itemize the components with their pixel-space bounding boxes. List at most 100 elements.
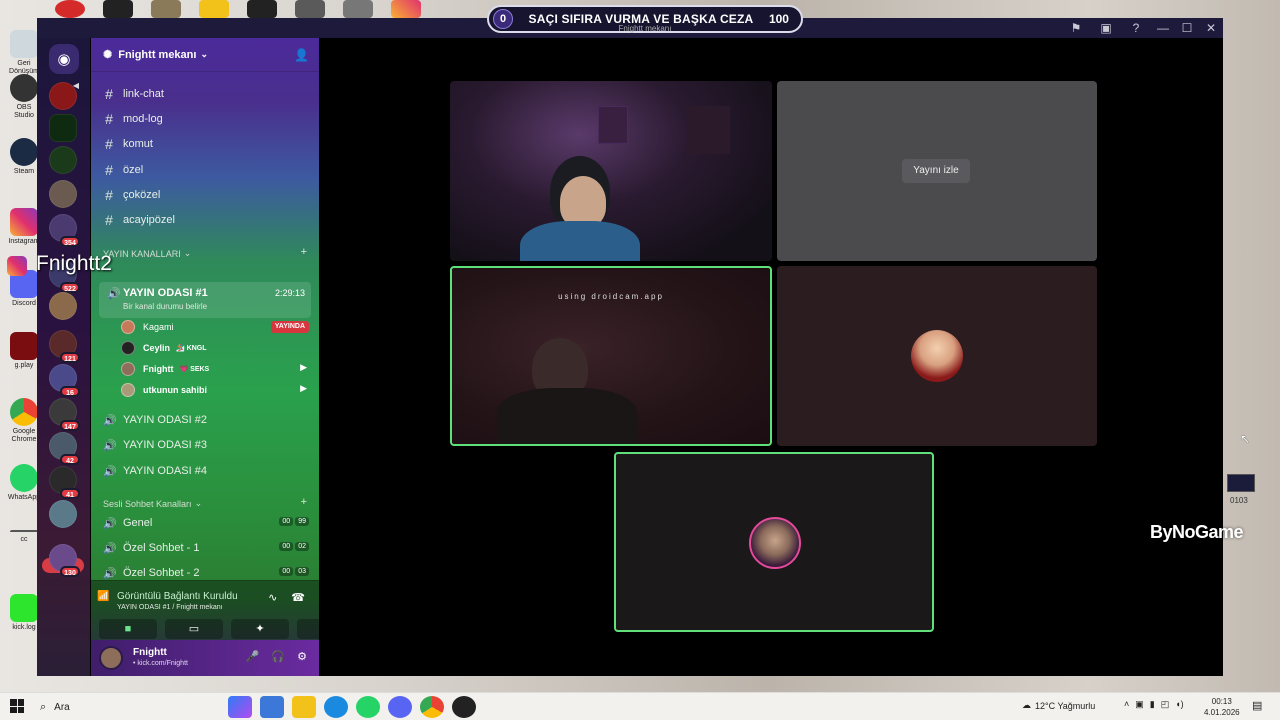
server-icon[interactable]	[49, 146, 77, 174]
server-icon[interactable]: 41	[49, 466, 80, 499]
inbox-icon[interactable]: ▣	[1091, 21, 1121, 35]
app-icon	[151, 0, 181, 18]
disconnect-icon[interactable]: ☎	[291, 591, 305, 604]
video-tile-4[interactable]	[777, 266, 1097, 446]
server-icon[interactable]: ◀	[49, 81, 79, 110]
server-icon[interactable]	[49, 500, 77, 528]
channel-yayin-2[interactable]: 🔊 YAYIN ODASI #2	[103, 410, 207, 430]
server-icon[interactable]: 130	[49, 544, 80, 577]
weather-widget[interactable]: ☁ 12°C Yağmurlu	[1022, 700, 1095, 711]
battery-icon[interactable]: ▮	[1150, 699, 1155, 710]
category-stream[interactable]: YAYIN KANALLARI ⌄	[103, 248, 191, 259]
camera-icon[interactable]: ▣	[1135, 699, 1144, 710]
channel-timer: 2:29:13	[274, 288, 305, 298]
notification-icon[interactable]: ▤	[1252, 699, 1262, 712]
taskbar: ⌕ Ara ☁ 12°C Yağmurlu ˄ ▣ ▮ ◰ ◖) 00:13 4…	[0, 692, 1280, 720]
add-channel-button[interactable]: +	[301, 246, 307, 258]
channel-genel[interactable]: 🔊 Genel	[103, 513, 152, 533]
user-panel: Fnightt • kick.com/Fnightt 🎤 🎧 ⚙	[91, 640, 319, 676]
channel-ozel-sohbet-1[interactable]: 🔊 Özel Sohbet - 1	[103, 538, 199, 558]
store-icon[interactable]	[260, 696, 284, 718]
maximize-button[interactable]: ☐	[1175, 21, 1199, 35]
signal-icon: 📶	[97, 591, 110, 602]
instagram-icon	[10, 208, 38, 236]
guild-header[interactable]: ✺ Fnightt mekanı ⌄ 👤	[91, 38, 319, 72]
channel-cokozel[interactable]: # çoközel	[103, 185, 160, 205]
server-icon[interactable]: 16	[49, 364, 80, 397]
channel-yayin-4[interactable]: 🔊 YAYIN ODASI #4	[103, 461, 207, 481]
username[interactable]: Fnightt	[133, 647, 167, 658]
member-name: utkunun sahibi	[143, 385, 207, 395]
whatsapp-icon[interactable]	[356, 696, 380, 718]
channel-komut[interactable]: # komut	[103, 134, 153, 154]
clock[interactable]: 00:13 4.01.2026	[1204, 696, 1240, 718]
invite-people-icon[interactable]: 👤	[294, 48, 309, 62]
close-button[interactable]: ✕	[1199, 21, 1223, 35]
edge-icon[interactable]	[324, 696, 348, 718]
category-voice[interactable]: Sesli Sohbet Kanalları ⌄	[103, 498, 202, 509]
channel-status[interactable]: Bir kanal durumu belirle	[123, 302, 207, 311]
noise-suppression-icon[interactable]: ∿	[268, 591, 277, 604]
voice-status[interactable]: Görüntülü Bağlantı Kuruldu	[117, 591, 238, 602]
screen-share-button[interactable]: ▭	[165, 619, 223, 639]
discord-home-button[interactable]: ◉	[49, 44, 79, 74]
taskbar-search[interactable]: ⌕ Ara	[34, 696, 220, 718]
desktop-file-icon[interactable]	[1227, 474, 1255, 492]
app-icon	[199, 0, 229, 18]
chrome-icon[interactable]	[420, 696, 444, 718]
minimize-button[interactable]: —	[1151, 21, 1175, 35]
soundboard-button[interactable]: ♫	[297, 619, 319, 639]
voice-member[interactable]: Kagami	[121, 318, 174, 336]
active-voice-channel[interactable]: 🔊 YAYIN ODASI #1 Bir kanal durumu belirl…	[99, 282, 311, 318]
user-avatar[interactable]	[99, 646, 123, 670]
discord-icon[interactable]	[388, 696, 412, 718]
channel-yayin-3[interactable]: 🔊 YAYIN ODASI #3	[103, 435, 207, 455]
unread-badge: 42	[60, 454, 80, 465]
server-icon[interactable]	[49, 292, 77, 320]
file-explorer-icon[interactable]	[292, 696, 316, 718]
member-tag: 🏂 KNGL	[176, 345, 207, 352]
server-icon[interactable]: 354	[49, 214, 80, 247]
channel-link-chat[interactable]: # link-chat	[103, 84, 164, 104]
volume-icon[interactable]: ◖)	[1175, 699, 1183, 710]
chevron-up-icon[interactable]: ˄	[1124, 699, 1129, 710]
activities-button[interactable]: ✦	[231, 619, 289, 639]
headphones-icon[interactable]: 🎧	[271, 650, 285, 663]
video-tile-3-speaking[interactable]: using droidcam.app	[450, 266, 772, 446]
server-icon[interactable]: 147	[49, 398, 80, 431]
hash-icon: #	[105, 136, 113, 152]
channel-mod-log[interactable]: # mod-log	[103, 109, 163, 129]
voice-location[interactable]: YAYIN ODASI #1 / Fnightt mekanı	[117, 604, 223, 611]
hash-icon: #	[105, 212, 113, 228]
server-guide-icon: ✺	[103, 49, 113, 61]
copilot-icon[interactable]	[228, 696, 252, 718]
help-icon[interactable]: ?	[1121, 21, 1151, 35]
app-icon	[55, 0, 85, 18]
camera-button[interactable]: ■	[99, 619, 157, 639]
voice-member[interactable]: utkunun sahibi	[121, 381, 207, 399]
start-button[interactable]	[10, 699, 24, 713]
video-tile-1[interactable]	[450, 81, 772, 261]
voice-member[interactable]: Ceylin 🏂 KNGL	[121, 339, 207, 357]
server-icon[interactable]: 42	[49, 432, 80, 465]
user-avatar-anime	[911, 330, 963, 382]
network-icon[interactable]: ◰	[1161, 699, 1170, 710]
obs-icon[interactable]	[452, 696, 476, 718]
flag-icon[interactable]: ⚑	[1061, 21, 1091, 35]
video-tile-2[interactable]: Yayını izle	[777, 81, 1097, 261]
channel-ozel[interactable]: # özel	[103, 160, 143, 180]
settings-gear-icon[interactable]: ⚙	[297, 650, 307, 663]
stream-goal-banner: 0 SAÇI SIFIRA VURMA VE BAŞKA CEZA 100 Fn…	[487, 5, 803, 33]
channel-label: YAYIN ODASI #2	[123, 414, 207, 426]
server-icon[interactable]	[49, 180, 77, 208]
server-icon[interactable]	[49, 114, 77, 142]
watch-stream-button[interactable]: Yayını izle	[902, 159, 970, 183]
voice-member[interactable]: Fnightt 💗 SEKS	[121, 360, 209, 378]
add-channel-button[interactable]: +	[301, 496, 307, 508]
microphone-icon[interactable]: 🎤	[246, 650, 260, 663]
video-tile-5[interactable]	[614, 452, 934, 632]
server-icon[interactable]: 121	[49, 330, 80, 363]
channel-acayipozel[interactable]: # acayipözel	[103, 210, 175, 230]
desktop-top-strip	[55, 0, 421, 18]
kick-icon	[10, 594, 38, 622]
